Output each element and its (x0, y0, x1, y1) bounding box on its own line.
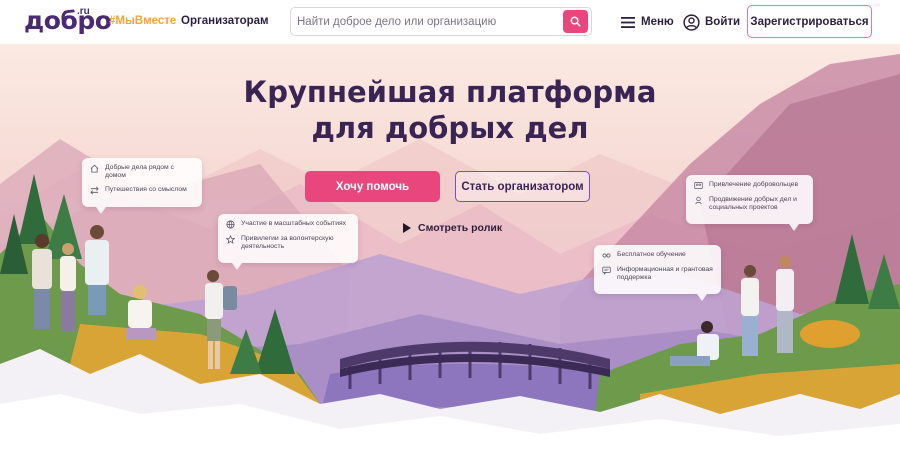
card-item-text: Продвижение добрых дел и социальных прое… (709, 196, 797, 211)
card-item: Добрые дела рядом с домом (90, 164, 194, 180)
card-item: Привлечение добровольцев (694, 181, 805, 190)
people-icon (694, 181, 703, 190)
card-tail (789, 224, 799, 231)
user-icon (683, 13, 700, 31)
headline-line-2: для добрых дел (311, 111, 589, 145)
card-item: Информационная и грантовая поддержка (602, 266, 713, 282)
card-item-text: Участие в масштабных событиях (241, 220, 347, 227)
card-tail (96, 207, 106, 214)
watch-video-label: Смотреть ролик (418, 222, 503, 234)
feature-card-2: Участие в масштабных событиях Привилегии… (218, 214, 358, 270)
card-item: Участие в масштабных событиях (226, 220, 350, 229)
feature-card-1: Добрые дела рядом с домом Путешествия со… (82, 158, 202, 214)
megaphone-icon (695, 196, 702, 205)
chat-icon (602, 266, 611, 275)
site-header: добро .ru #МыВместе Организаторам Меню В… (0, 0, 900, 44)
login-button[interactable]: Войти (683, 12, 740, 32)
card-tail (232, 263, 242, 270)
login-label: Войти (705, 16, 741, 28)
hero-section: Крупнейшая платформа для добрых дел Хочу… (0, 44, 900, 450)
card-item-text: Добрые дела рядом с домом (105, 164, 174, 179)
card-item: Продвижение добрых дел и социальных прое… (694, 196, 805, 212)
globe-icon (226, 220, 235, 229)
card-tail (697, 294, 707, 301)
feature-card-4: Бесплатное обучение Информационная и гра… (594, 245, 721, 301)
search-icon (570, 16, 581, 27)
card-item: Привилегии за волонтерскую деятельность (226, 235, 350, 251)
card-item: Путешествия со смыслом (90, 186, 194, 195)
want-to-help-button[interactable]: Хочу помочь (305, 171, 440, 202)
arrows-icon (90, 186, 99, 195)
logo-text: добро (24, 6, 112, 35)
star-icon (226, 235, 235, 244)
search-button[interactable] (563, 10, 588, 33)
hamburger-icon (621, 16, 635, 28)
register-button[interactable]: Зарегистрироваться (747, 5, 872, 38)
organizers-link[interactable]: Организаторам (181, 15, 269, 27)
menu-button[interactable]: Меню (621, 13, 674, 31)
card-item-text: Бесплатное обучение (617, 251, 686, 258)
card-item-text: Привлечение добровольцев (709, 181, 799, 188)
glasses-icon (602, 253, 611, 258)
card-item: Бесплатное обучение (602, 251, 713, 260)
menu-label: Меню (641, 16, 674, 28)
headline-line-1: Крупнейшая платформа (243, 75, 657, 109)
watch-video-link[interactable]: Смотреть ролик (403, 222, 502, 234)
search-input[interactable] (297, 13, 557, 31)
logo-tld: .ru (77, 6, 90, 17)
play-icon (403, 223, 411, 233)
hero-headline: Крупнейшая платформа для добрых дел (0, 74, 900, 146)
logo[interactable]: добро .ru (24, 6, 112, 36)
home-icon (90, 164, 99, 173)
card-item-text: Привилегии за волонтерскую деятельность (241, 235, 334, 250)
feature-card-3: Привлечение добровольцев Продвижение доб… (686, 175, 813, 231)
card-item-text: Информационная и грантовая поддержка (617, 266, 713, 281)
hashtag-link[interactable]: #МыВместе (109, 15, 176, 27)
search-bar (290, 7, 592, 36)
become-organizer-button[interactable]: Стать организатором (455, 171, 590, 202)
card-item-text: Путешествия со смыслом (105, 186, 187, 193)
